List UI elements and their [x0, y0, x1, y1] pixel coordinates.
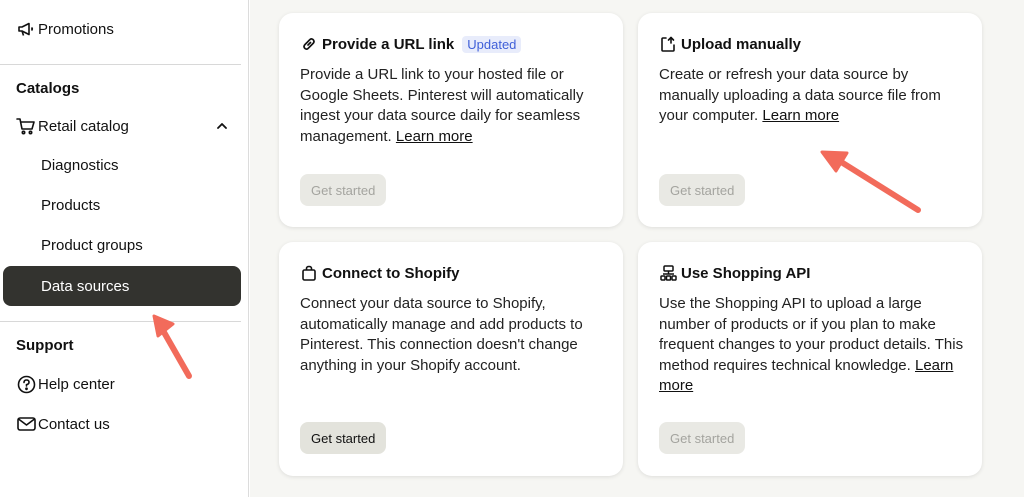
megaphone-icon — [16, 19, 36, 39]
sidebar-item-diagnostics[interactable]: Diagnostics — [41, 157, 119, 174]
annotation-arrow — [820, 150, 921, 213]
sidebar-item-retail-catalog[interactable]: Retail catalog — [16, 116, 129, 136]
card-title-text: Connect to Shopify — [322, 264, 460, 282]
get-started-button[interactable]: Get started — [659, 422, 746, 454]
card-title-text: Upload manually — [681, 35, 802, 53]
sidebar-item-products[interactable]: Products — [41, 197, 100, 214]
description-text: Connect your data source to Shopify, aut… — [300, 295, 583, 374]
help-icon — [16, 374, 36, 394]
link-icon — [300, 35, 318, 53]
sidebar-item-help-center[interactable]: Help center — [16, 374, 115, 394]
sidebar-item-label: Retail catalog — [38, 117, 129, 135]
sidebar-item-contact-us[interactable]: Contact us — [16, 414, 110, 434]
annotation-arrow — [152, 314, 192, 379]
get-started-button[interactable]: Get started — [300, 174, 387, 206]
card-title: Provide a URL link Updated — [300, 35, 522, 53]
card-description: Connect your data source to Shopify, aut… — [300, 294, 610, 376]
divider — [0, 64, 241, 65]
learn-more-link[interactable]: Learn more — [762, 107, 839, 124]
divider — [0, 321, 241, 322]
card-title-text: Provide a URL link — [322, 35, 455, 53]
card-upload-manually: Upload manually Create or refresh your d… — [638, 13, 982, 227]
card-title: Use Shopping API — [659, 264, 810, 282]
card-description: Create or refresh your data source by ma… — [659, 65, 969, 127]
sidebar-item-promotions[interactable]: Promotions — [16, 19, 114, 39]
card-title: Upload manually — [659, 35, 801, 53]
cart-icon — [16, 116, 36, 136]
upload-icon — [659, 35, 677, 53]
api-icon — [659, 264, 677, 282]
card-title: Connect to Shopify — [300, 264, 460, 282]
updated-badge: Updated — [462, 35, 522, 53]
card-description: Use the Shopping API to upload a large n… — [659, 294, 969, 397]
mail-icon — [16, 414, 36, 434]
sidebar-item-label: Promotions — [38, 20, 114, 38]
main-content: Provide a URL link Updated Provide a URL… — [250, 0, 1024, 497]
sidebar: Promotions Catalogs Retail catalog Diagn… — [0, 0, 249, 497]
support-heading: Support — [16, 337, 74, 354]
get-started-button[interactable]: Get started — [300, 422, 387, 454]
shopping-bag-icon — [300, 264, 318, 282]
get-started-button[interactable]: Get started — [659, 174, 746, 206]
catalogs-heading: Catalogs — [16, 80, 80, 97]
sidebar-item-data-sources[interactable]: Data sources — [3, 266, 241, 306]
sidebar-item-label: Contact us — [38, 415, 110, 433]
sidebar-item-label: Help center — [38, 375, 115, 393]
card-description: Provide a URL link to your hosted file o… — [300, 65, 610, 147]
card-shopping-api: Use Shopping API Use the Shopping API to… — [638, 242, 982, 476]
card-title-text: Use Shopping API — [681, 264, 811, 282]
learn-more-link[interactable]: Learn more — [396, 128, 473, 145]
card-url-link: Provide a URL link Updated Provide a URL… — [279, 13, 623, 227]
chevron-up-icon[interactable] — [214, 118, 230, 134]
sidebar-item-product-groups[interactable]: Product groups — [41, 237, 143, 254]
card-connect-shopify: Connect to Shopify Connect your data sou… — [279, 242, 623, 476]
